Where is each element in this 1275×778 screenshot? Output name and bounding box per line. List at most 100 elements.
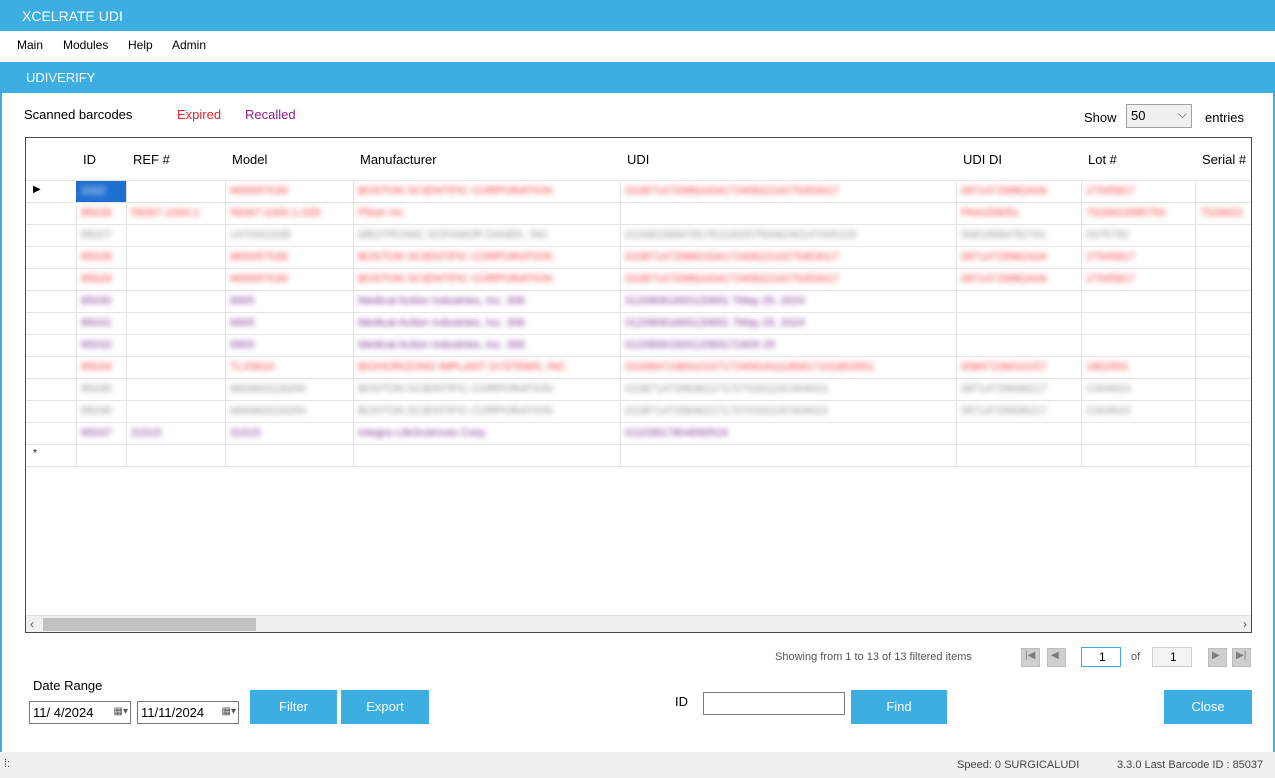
row-header[interactable] [26, 423, 77, 445]
grid-cell-manufacturer[interactable]: BIOHORIZONS IMPLANT SYSTEMS, INC [353, 357, 621, 379]
grid-cell-id[interactable]: 85030 [76, 291, 127, 313]
grid-cell-udi[interactable]: 01087147299624341724062210275453017 [620, 181, 957, 203]
prev-page-icon[interactable]: ◀ [1047, 648, 1066, 667]
find-button[interactable]: Find [851, 690, 947, 724]
column-header-manufacturer[interactable]: Manufacturer [353, 138, 621, 181]
column-header-id[interactable]: ID [76, 138, 127, 181]
grid-cell-udi-di[interactable]: 08714729962434 [956, 181, 1082, 203]
grid-cell-manufacturer[interactable] [353, 445, 621, 467]
grid-cell-model[interactable] [225, 445, 354, 467]
grid-cell-id[interactable]: 85032 [76, 335, 127, 357]
grid-cell-lot[interactable] [1081, 335, 1196, 357]
grid-cell-udi[interactable] [620, 445, 957, 467]
export-button[interactable]: Export [341, 690, 429, 724]
date-from-picker[interactable]: 11/ 4/2024 ▦▾ [29, 701, 131, 724]
grid-cell-ref[interactable] [126, 225, 226, 247]
grid-cell-udi-di[interactable]: PAA159051 [956, 203, 1082, 225]
grid-cell-manufacturer[interactable]: BOSTON SCIENTIFIC CORPORATION [353, 247, 621, 269]
grid-cell-model[interactable]: M00663116200 [225, 379, 354, 401]
grid-cell-udi-di[interactable] [956, 313, 1082, 335]
grid-cell-udi-di[interactable]: 00615684782761 [956, 225, 1082, 247]
row-header[interactable]: ▶ [26, 181, 77, 203]
grid-cell-udi[interactable]: 01087147299362171727033110C004910 [620, 379, 957, 401]
grid-cell-ref[interactable]: 31515 [126, 423, 226, 445]
grid-cell-manufacturer[interactable]: Medical Action Industries, Inc. 306 [353, 291, 621, 313]
grid-cell-udi-di[interactable] [956, 291, 1082, 313]
grid-cell-serial[interactable] [1195, 313, 1251, 335]
next-page-icon[interactable]: ▶ [1208, 648, 1227, 667]
scroll-right-icon[interactable]: › [1243, 617, 1247, 631]
grid-cell-udi-di[interactable] [956, 423, 1082, 445]
column-header-udi[interactable]: UDI [620, 138, 957, 181]
row-header[interactable] [26, 313, 77, 335]
grid-cell-model[interactable]: M00057030 [225, 247, 354, 269]
grid-cell-ref[interactable] [126, 357, 226, 379]
grid-cell-udi[interactable]: 01008156847827611002575006240147005103 [620, 225, 957, 247]
grid-cell-lot[interactable] [1081, 445, 1196, 467]
grid-cell-model[interactable]: 1470001035 [225, 225, 354, 247]
grid-cell-udi[interactable]: 0100847236010157172406161118061710180255… [620, 357, 957, 379]
grid-cell-serial[interactable] [1195, 225, 1251, 247]
grid-cell-lot[interactable] [1081, 313, 1196, 335]
grid-cell-manufacturer[interactable]: BOSTON SCIENTIFIC CORPORATION [353, 269, 621, 291]
grid-cell-lot[interactable] [1081, 291, 1196, 313]
table-row[interactable]: 85031 6905 Medical Action Industries, Inc.… [26, 313, 1251, 335]
row-header[interactable] [26, 335, 77, 357]
grid-cell-id[interactable]: 1022 [76, 181, 127, 203]
grid-cell-udi[interactable]: 01087147299362171727033110C004910 [620, 401, 957, 423]
grid-cell-udi-di[interactable]: 08714729962434 [956, 247, 1082, 269]
grid-cell-lot[interactable]: 1802551 [1081, 357, 1196, 379]
grid-cell-id[interactable]: 85031 [76, 313, 127, 335]
grid-cell-udi-di[interactable]: 00847236010157 [956, 357, 1082, 379]
grid-cell-ref[interactable] [126, 401, 226, 423]
grid-cell-udi[interactable] [620, 203, 957, 225]
table-row[interactable]: * [26, 445, 1251, 467]
grid-cell-udi[interactable]: 01087147299624341724062210275453017 [620, 247, 957, 269]
grid-cell-lot[interactable]: 7526622995754 [1081, 203, 1196, 225]
grid-cell-model[interactable]: 31515 [225, 423, 354, 445]
table-row[interactable]: 85034 TLX5610 BIOHORIZONS IMPLANT SYSTEMS,… [26, 357, 1251, 379]
scroll-left-icon[interactable]: ‹ [30, 617, 34, 631]
grid-cell-lot[interactable]: C004910 [1081, 401, 1196, 423]
row-header[interactable] [26, 401, 77, 423]
grid-cell-model[interactable]: 59267-1000-1-025 [225, 203, 354, 225]
resize-grip-icon[interactable]: ⁞: [4, 758, 10, 770]
grid-cell-udi[interactable]: 01208061600120691 7May 29, 2024 [620, 291, 957, 313]
grid-cell-serial[interactable] [1195, 379, 1251, 401]
row-header[interactable] [26, 225, 77, 247]
grid-cell-id[interactable]: 85036 [76, 401, 127, 423]
grid-cell-ref[interactable] [126, 291, 226, 313]
grid-cell-udi[interactable]: 01208061600120691 7May 29, 2024 [620, 313, 957, 335]
menu-modules[interactable]: Modules [63, 38, 108, 52]
grid-cell-serial[interactable] [1195, 445, 1251, 467]
grid-cell-ref[interactable] [126, 335, 226, 357]
grid-cell-model[interactable]: 6905 [225, 291, 354, 313]
table-row[interactable]: 85029 M00057030 BOSTON SCIENTIFIC CORPORAT… [26, 269, 1251, 291]
horizontal-scrollbar[interactable]: ‹ › [26, 615, 1251, 632]
grid-cell-manufacturer[interactable]: Medical Action Industries, Inc. 306 [353, 313, 621, 335]
grid-cell-serial[interactable] [1195, 247, 1251, 269]
menu-main[interactable]: Main [17, 38, 43, 52]
grid-cell-manufacturer[interactable]: BOSTON SCIENTIFIC CORPORATION [353, 401, 621, 423]
grid-cell-model[interactable]: TLX5610 [225, 357, 354, 379]
grid-cell-model[interactable]: M00057030 [225, 181, 354, 203]
column-header-model[interactable]: Model [225, 138, 354, 181]
table-row[interactable]: 85037 31515 31515 Integra LifeSciences Corp… [26, 423, 1251, 445]
row-header[interactable] [26, 291, 77, 313]
grid-cell-ref[interactable] [126, 181, 226, 203]
menu-admin[interactable]: Admin [172, 38, 206, 52]
grid-cell-id[interactable]: 85034 [76, 357, 127, 379]
grid-cell-serial[interactable] [1195, 401, 1251, 423]
filter-button[interactable]: Filter [250, 690, 337, 724]
scrollbar-thumb[interactable] [43, 618, 256, 631]
grid-cell-manufacturer[interactable]: Medical Action Industries, Inc. 306 [353, 335, 621, 357]
table-row[interactable]: 85036 M00663116200 BOSTON SCIENTIFIC CORPO… [26, 401, 1251, 423]
grid-cell-id[interactable]: 85029 [76, 269, 127, 291]
grid-cell-ref[interactable] [126, 379, 226, 401]
grid-cell-udi[interactable]: 01087147299624341724062210275453017 [620, 269, 957, 291]
last-page-icon[interactable]: ▶| [1232, 648, 1251, 667]
table-row[interactable]: 85030 6905 Medical Action Industries, Inc.… [26, 291, 1251, 313]
row-header[interactable]: * [26, 445, 77, 467]
first-page-icon[interactable]: |◀ [1021, 648, 1040, 667]
column-header-lot[interactable]: Lot # [1081, 138, 1196, 181]
